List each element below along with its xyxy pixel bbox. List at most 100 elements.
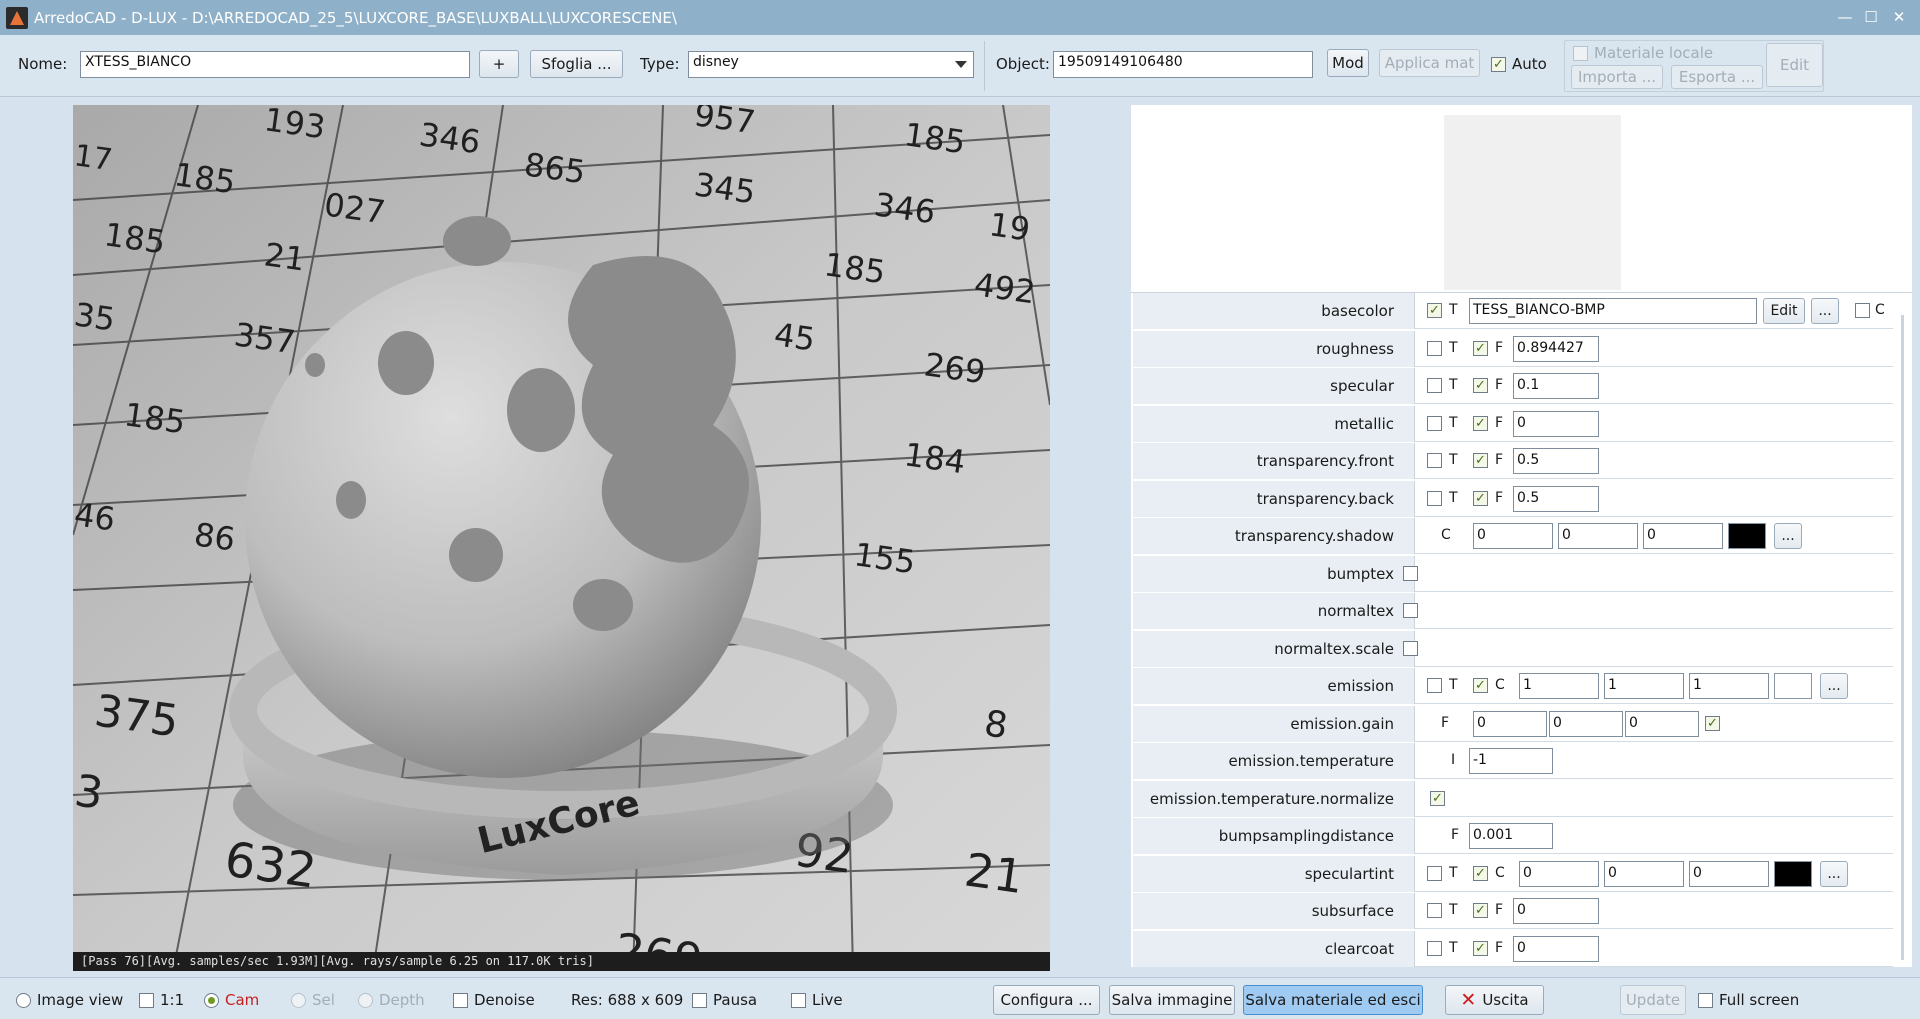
image-view-option[interactable]: Image view (16, 991, 123, 1009)
component-input-1[interactable]: 0 (1473, 523, 1553, 549)
cam-radio[interactable] (204, 992, 219, 1008)
value-input[interactable]: 0 (1513, 410, 1599, 437)
configura-button[interactable]: Configura ... (993, 985, 1100, 1015)
basecolor-c-checkbox[interactable] (1855, 303, 1870, 318)
texture-checkbox[interactable] (1427, 378, 1442, 393)
auto-label: Auto (1512, 55, 1547, 73)
one-to-one-label: 1:1 (160, 991, 185, 1009)
applica-mat-button[interactable]: Applica mat (1379, 49, 1480, 77)
one-to-one-option[interactable]: 1:1 (139, 991, 184, 1009)
value-input[interactable]: 0.1 (1513, 373, 1599, 399)
minimize-icon[interactable]: — (1836, 8, 1854, 26)
depth-option[interactable]: Depth (358, 991, 425, 1009)
float-checkbox[interactable]: ✓ (1473, 903, 1488, 918)
sel-radio[interactable] (291, 992, 306, 1008)
float-checkbox[interactable]: ✓ (1473, 490, 1488, 506)
basecolor-more-button[interactable]: ... (1811, 298, 1839, 324)
esporta-button[interactable]: Esporta ... (1671, 65, 1763, 89)
component-input-3[interactable]: 1 (1689, 673, 1769, 699)
materiale-locale-checkbox[interactable] (1573, 45, 1588, 61)
property-rows: basecolor ✓ T TESS_BIANCO-BMP Edit... Croughn… (1131, 293, 1912, 967)
basecolor-edit-button[interactable]: Edit (1763, 298, 1805, 324)
pausa-option[interactable]: Pausa (692, 991, 757, 1009)
auto-checkbox[interactable]: ✓ (1491, 56, 1506, 72)
live-option[interactable]: Live (791, 991, 843, 1009)
texture-checkbox[interactable] (1427, 903, 1442, 918)
texture-checkbox[interactable] (1427, 415, 1442, 431)
basecolor-texture-input[interactable]: TESS_BIANCO-BMP (1469, 298, 1757, 324)
texture-checkbox[interactable] (1427, 453, 1442, 468)
float-checkbox[interactable]: ✓ (1473, 940, 1488, 956)
value-input[interactable]: 0 (1513, 935, 1599, 962)
component-input-3[interactable]: 0 (1625, 710, 1699, 737)
component-input-3[interactable]: 0 (1643, 523, 1723, 549)
salva-materiale-button[interactable]: Salva materiale ed esci (1243, 985, 1423, 1015)
panel-scrollbar[interactable] (1901, 315, 1904, 960)
add-material-button[interactable]: + (479, 50, 519, 78)
value-input[interactable]: 0.001 (1469, 823, 1553, 849)
property-checkbox[interactable] (1403, 603, 1418, 618)
nome-input[interactable]: XTESS_BIANCO (80, 51, 470, 78)
close-icon[interactable]: ✕ (1890, 8, 1908, 26)
texture-checkbox[interactable] (1427, 340, 1442, 356)
basecolor-texture-checkbox[interactable]: ✓ (1427, 303, 1442, 318)
full-screen-option[interactable]: Full screen (1698, 991, 1799, 1009)
auto-toggle[interactable]: ✓ Auto (1491, 55, 1547, 73)
maximize-icon[interactable]: ☐ (1862, 8, 1880, 26)
gain-checkbox[interactable]: ✓ (1705, 715, 1720, 731)
component-input-2[interactable]: 0 (1604, 860, 1684, 887)
float-checkbox[interactable]: ✓ (1473, 453, 1488, 468)
edit-local-button[interactable]: Edit (1766, 43, 1823, 87)
component-input-3[interactable]: 0 (1689, 860, 1769, 887)
property-checkbox[interactable] (1403, 565, 1418, 581)
full-screen-checkbox[interactable] (1698, 992, 1713, 1008)
salva-immagine-button[interactable]: Salva immagine (1109, 985, 1235, 1015)
value-input[interactable]: 0.894427 (1513, 335, 1599, 362)
cam-option[interactable]: Cam (204, 991, 259, 1009)
texture-checkbox[interactable] (1427, 490, 1442, 506)
materiale-locale-toggle[interactable]: Materiale locale (1573, 44, 1713, 62)
property-checkbox[interactable]: ✓ (1430, 790, 1445, 806)
texture-checkbox[interactable] (1427, 865, 1442, 881)
float-checkbox[interactable]: ✓ (1473, 378, 1488, 393)
color-swatch[interactable] (1774, 860, 1812, 887)
color-swatch[interactable] (1728, 523, 1766, 549)
color-checkbox[interactable]: ✓ (1473, 678, 1488, 693)
value-input[interactable]: -1 (1469, 748, 1553, 774)
type-select[interactable]: disney (688, 51, 974, 78)
sfoglia-button[interactable]: Sfoglia ... (530, 50, 623, 78)
pausa-checkbox[interactable] (692, 992, 707, 1008)
denoise-option[interactable]: Denoise (453, 991, 535, 1009)
color-more-button[interactable]: ... (1774, 523, 1802, 549)
object-input[interactable]: 19509149106480 (1053, 51, 1313, 78)
color-more-button[interactable]: ... (1820, 673, 1848, 699)
color-checkbox[interactable]: ✓ (1473, 865, 1488, 881)
uscita-button[interactable]: ✕ Uscita (1445, 985, 1544, 1015)
render-viewport[interactable]: 193 346 957 185 17 185 027 865 345 346 185 21 19 185 4… (73, 105, 1050, 971)
float-checkbox[interactable]: ✓ (1473, 340, 1488, 356)
importa-button[interactable]: Importa ... (1571, 65, 1663, 89)
color-swatch[interactable] (1774, 673, 1812, 699)
component-input-2[interactable]: 1 (1604, 673, 1684, 699)
component-input-2[interactable]: 0 (1558, 523, 1638, 549)
component-input-1[interactable]: 0 (1519, 860, 1599, 887)
property-checkbox[interactable] (1403, 640, 1418, 656)
value-input[interactable]: 0.5 (1513, 448, 1599, 474)
depth-radio[interactable] (358, 992, 373, 1008)
sel-option[interactable]: Sel (291, 991, 335, 1009)
component-input-2[interactable]: 0 (1549, 710, 1623, 737)
component-input-1[interactable]: 1 (1519, 673, 1599, 699)
float-checkbox[interactable]: ✓ (1473, 415, 1488, 431)
one-to-one-checkbox[interactable] (139, 992, 154, 1008)
live-checkbox[interactable] (791, 992, 806, 1008)
value-input[interactable]: 0.5 (1513, 485, 1599, 512)
update-button[interactable]: Update (1620, 985, 1686, 1015)
image-view-radio[interactable] (16, 992, 31, 1008)
component-input-1[interactable]: 0 (1473, 710, 1547, 737)
texture-checkbox[interactable] (1427, 678, 1442, 693)
color-more-button[interactable]: ... (1820, 860, 1848, 887)
mod-button[interactable]: Mod (1327, 49, 1369, 77)
value-input[interactable]: 0 (1513, 898, 1599, 924)
denoise-checkbox[interactable] (453, 992, 468, 1008)
texture-checkbox[interactable] (1427, 940, 1442, 956)
